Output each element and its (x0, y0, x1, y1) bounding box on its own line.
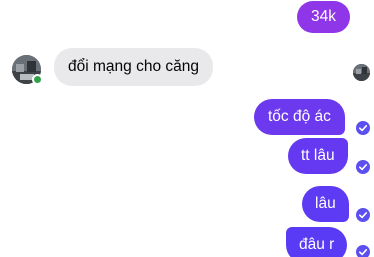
message-text: đâu r (299, 236, 335, 253)
check-circle-icon (356, 208, 370, 222)
online-dot-icon (32, 74, 43, 85)
message-bubble-outgoing[interactable]: tốc độ ác (254, 99, 345, 135)
message-text: 34k (311, 8, 336, 25)
avatar-image (353, 64, 370, 81)
message-bubble-incoming[interactable]: đổi mạng cho căng (54, 48, 213, 86)
message-bubble-outgoing[interactable]: lâu (302, 186, 349, 222)
message-text: tt lâu (301, 147, 335, 164)
message-bubble-outgoing[interactable]: 34k (297, 1, 350, 33)
message-text: tốc độ ác (268, 108, 331, 125)
check-circle-icon (356, 160, 370, 174)
message-text: đổi mạng cho căng (68, 58, 199, 75)
message-text: lâu (315, 195, 336, 212)
check-circle-icon (356, 121, 370, 135)
check-circle-icon (356, 245, 370, 257)
message-bubble-outgoing[interactable]: đâu r (286, 227, 348, 257)
seen-avatar (353, 64, 370, 81)
message-bubble-outgoing[interactable]: tt lâu (288, 138, 348, 174)
